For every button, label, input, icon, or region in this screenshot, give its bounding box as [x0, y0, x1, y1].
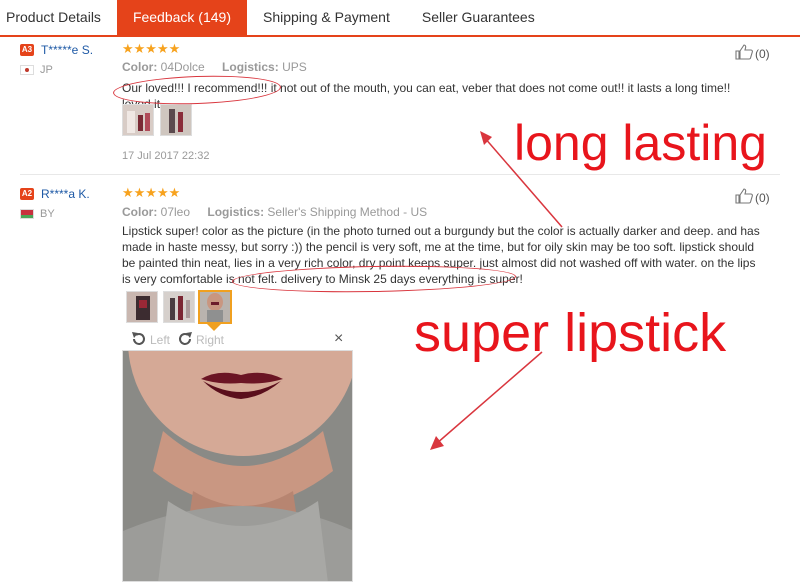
helpful-button[interactable]: (0)	[735, 188, 770, 207]
buyer-level-badge: A3	[20, 44, 34, 56]
japan-flag-icon	[20, 65, 34, 75]
rotate-left-label[interactable]: Left	[150, 333, 170, 347]
belarus-flag-icon	[20, 209, 34, 219]
annotation-super-lipstick: super lipstick	[414, 303, 727, 363]
tab-shipping-payment[interactable]: Shipping & Payment	[247, 0, 406, 35]
tab-product-details[interactable]: Product Details	[0, 0, 117, 35]
logistics-label: Logistics:	[222, 60, 279, 74]
reviewer-country: BY	[40, 208, 55, 220]
review-photo-thumb[interactable]	[126, 291, 158, 323]
review-date: 17 Jul 2017 22:32	[122, 150, 210, 162]
annotation-long-lasting: long lasting	[514, 115, 767, 171]
reviewer-country: JP	[40, 64, 53, 76]
photo-viewer-toolbar: Left Right ×	[122, 330, 354, 350]
logistics-value: UPS	[282, 60, 307, 74]
review-photo-thumb[interactable]	[122, 104, 154, 136]
logistics-value: Seller's Shipping Method - US	[267, 205, 428, 219]
thumbs-up-icon	[735, 44, 753, 63]
tab-seller-guarantees[interactable]: Seller Guarantees	[406, 0, 551, 35]
reviewer-name[interactable]: T*****e S.	[41, 43, 93, 57]
helpful-button[interactable]: (0)	[735, 44, 770, 63]
review-photo-thumb-selected[interactable]	[198, 290, 232, 324]
helpful-count: (0)	[755, 190, 770, 205]
color-label: Color:	[122, 60, 158, 74]
color-value: 07leo	[160, 205, 191, 219]
tab-bar: Product Details Feedback (149) Shipping …	[0, 0, 800, 37]
logistics-label: Logistics:	[207, 205, 265, 219]
color-label: Color:	[122, 205, 158, 219]
star-rating: ★★★★★	[122, 41, 181, 56]
rotate-right-label[interactable]: Right	[196, 333, 224, 347]
reviewer-name[interactable]: R****a K.	[41, 187, 90, 201]
helpful-count: (0)	[755, 46, 770, 61]
review-photo-thumb[interactable]	[163, 291, 195, 323]
tab-feedback[interactable]: Feedback (149)	[116, 0, 247, 35]
star-rating: ★★★★★	[122, 185, 181, 200]
color-value: 04Dolce	[160, 60, 205, 74]
thumbs-up-icon	[735, 188, 753, 207]
review-divider	[20, 174, 780, 175]
order-info: Color: 04Dolce Logistics: UPS	[122, 60, 307, 74]
order-info: Color: 07leo Logistics: Seller's Shippin…	[122, 205, 427, 219]
review-photo-large	[122, 350, 353, 582]
review-photo-thumb[interactable]	[160, 104, 192, 136]
buyer-level-badge: A2	[20, 188, 34, 200]
close-icon[interactable]: ×	[334, 330, 343, 348]
